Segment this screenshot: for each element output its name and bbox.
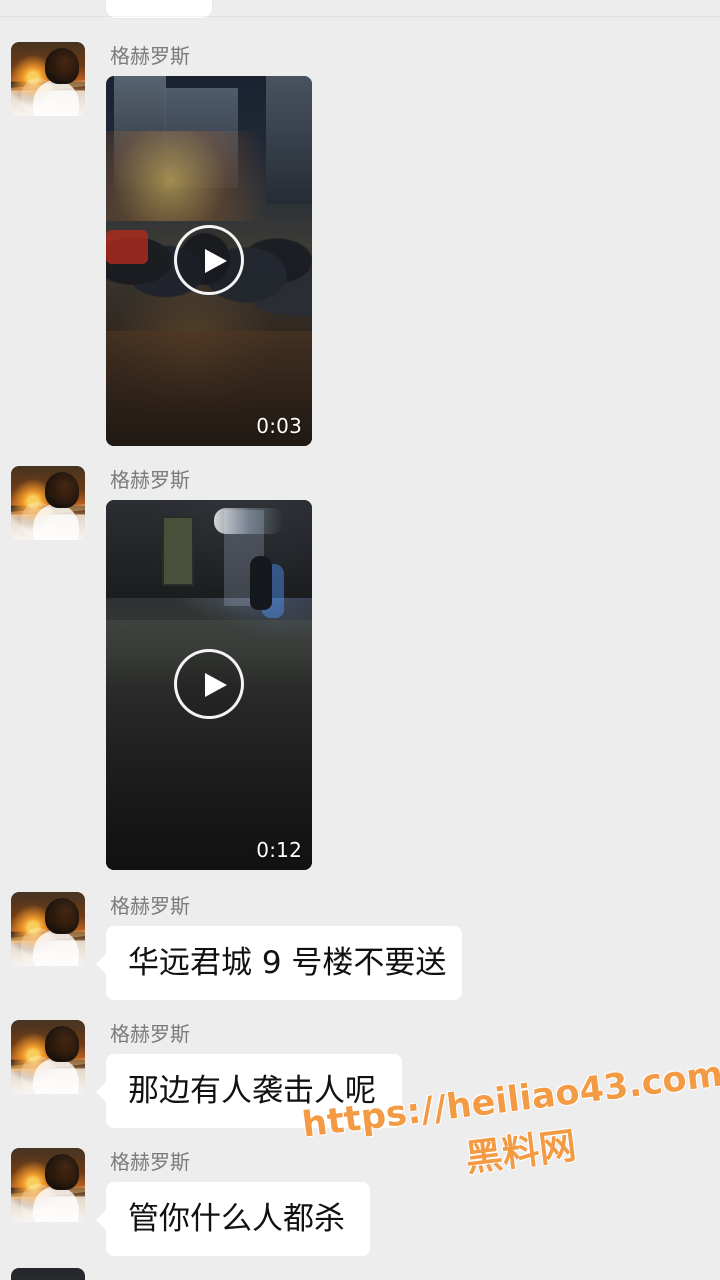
message-text: 华远君城 9 号楼不要送 <box>128 944 447 981</box>
avatar[interactable] <box>11 1020 85 1094</box>
video-duration: 0:03 <box>256 414 302 438</box>
red-jacket-shape <box>106 230 148 264</box>
light-flare-shape <box>214 508 284 534</box>
door-shape <box>162 516 194 586</box>
avatar[interactable] <box>11 1268 85 1280</box>
play-icon[interactable] <box>174 649 244 719</box>
video-message[interactable]: 0:03 <box>106 76 312 446</box>
avatar[interactable] <box>11 1148 85 1222</box>
video-duration: 0:12 <box>256 838 302 862</box>
top-divider <box>0 16 720 17</box>
watermark-label: 黑料网 <box>463 1123 579 1181</box>
next-message-clip <box>0 1268 720 1280</box>
chat-screen: 格赫罗斯 0:03 格赫罗斯 0:12 格赫罗斯 华远君城 9 号楼不要送 格赫… <box>0 0 720 1280</box>
play-icon[interactable] <box>174 225 244 295</box>
video-message[interactable]: 0:12 <box>106 500 312 870</box>
avatar[interactable] <box>11 466 85 540</box>
text-message-bubble[interactable]: 华远君城 9 号楼不要送 <box>96 926 462 1000</box>
avatar[interactable] <box>11 42 85 116</box>
sender-name: 格赫罗斯 <box>110 894 190 918</box>
sender-name: 格赫罗斯 <box>110 1150 190 1174</box>
person-silhouette <box>250 556 272 610</box>
sender-name: 格赫罗斯 <box>110 1022 190 1046</box>
sender-name: 格赫罗斯 <box>110 468 190 492</box>
avatar[interactable] <box>11 892 85 966</box>
sender-name: 格赫罗斯 <box>110 44 190 68</box>
